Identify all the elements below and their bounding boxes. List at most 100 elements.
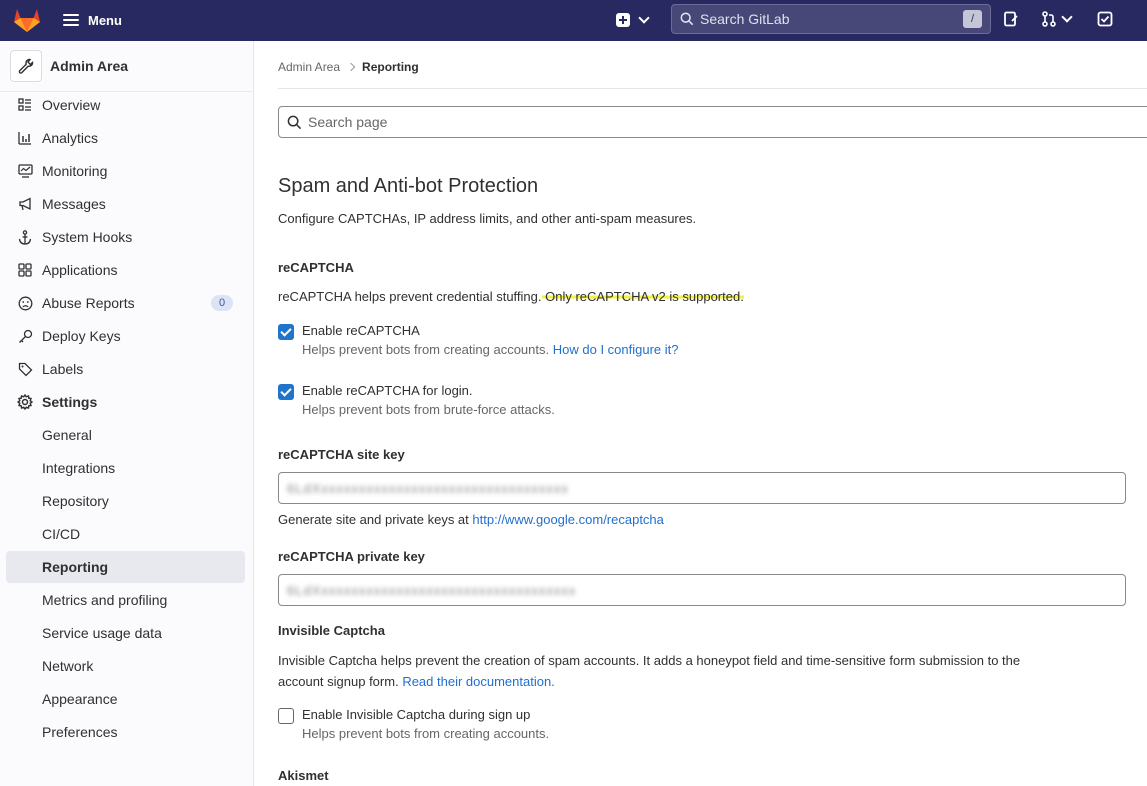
sidebar-item-label: System Hooks — [42, 229, 133, 245]
sidebar-subitem-general[interactable]: General — [6, 419, 245, 451]
sidebar-subitem-preferences[interactable]: Preferences — [6, 716, 245, 748]
megaphone-icon — [16, 195, 34, 213]
global-search-input[interactable]: Search GitLab / — [671, 4, 991, 34]
sidebar-subitem-repository[interactable]: Repository — [6, 485, 245, 517]
invisible-captcha-help: Helps prevent bots from creating account… — [302, 726, 550, 741]
sidebar-subitem-network[interactable]: Network — [6, 650, 245, 682]
invisible-captcha-docs-link[interactable]: Read their documentation. — [402, 674, 554, 689]
search-icon — [680, 12, 694, 26]
private-key-label: reCAPTCHA private key — [278, 549, 425, 564]
gitlab-logo-icon[interactable] — [12, 6, 42, 34]
sidebar-item-labels[interactable]: Labels — [6, 353, 245, 385]
invisible-captcha-option: Enable Invisible Captcha during sign up … — [278, 707, 549, 741]
key-icon — [16, 327, 34, 345]
merge-request-icon — [1042, 11, 1056, 27]
recaptcha-login-label: Enable reCAPTCHA for login. — [302, 383, 473, 398]
sidebar-item-label: Monitoring — [42, 163, 108, 179]
sidebar-item-label: Applications — [42, 262, 118, 278]
recaptcha-intro: reCAPTCHA helps prevent credential stuff… — [278, 286, 744, 307]
issues-icon — [1004, 11, 1018, 27]
sidebar-subitem-label: Service usage data — [42, 625, 162, 641]
invisible-captcha-intro-line2: account signup form. — [278, 674, 399, 689]
private-key-input[interactable]: 6LdXxxxxxxxxxxxxxxxxxxxxxxxxxxxxxxxxxx — [278, 574, 1126, 606]
enable-recaptcha-checkbox[interactable] — [278, 324, 294, 340]
chevron-down-icon — [1061, 11, 1073, 23]
admin-avatar — [10, 50, 42, 82]
sidebar-item-label: Abuse Reports — [42, 295, 135, 311]
site-key-input[interactable]: 6LdXxxxxxxxxxxxxxxxxxxxxxxxxxxxxxxxxx — [278, 472, 1126, 504]
page-search-input[interactable]: Search page — [278, 106, 1147, 138]
sidebar-subitem-label: General — [42, 427, 92, 443]
sidebar-subitem-label: Preferences — [42, 724, 118, 740]
top-navbar: Menu Search GitLab / — [0, 0, 1147, 41]
breadcrumb-current[interactable]: Reporting — [362, 60, 419, 74]
breadcrumb: Admin Area Reporting — [278, 60, 419, 74]
hamburger-icon — [63, 14, 79, 26]
search-placeholder: Search GitLab — [700, 11, 790, 27]
sidebar-item-settings[interactable]: Settings — [6, 386, 245, 418]
recaptcha-login-checkbox[interactable] — [278, 384, 294, 400]
search-shortcut-key: / — [963, 10, 982, 28]
menu-button[interactable]: Menu — [59, 8, 126, 32]
sidebar-item-label: Overview — [42, 97, 101, 113]
breadcrumb-parent-link[interactable]: Admin Area — [278, 60, 340, 74]
sidebar-item-label: Settings — [42, 394, 98, 410]
sidebar-subitem-reporting[interactable]: Reporting — [6, 551, 245, 583]
sidebar-subitem-appearance[interactable]: Appearance — [6, 683, 245, 715]
invisible-captcha-checkbox[interactable] — [278, 708, 294, 724]
page-title: Spam and Anti-bot Protection — [278, 175, 539, 197]
issues-button[interactable] — [1003, 10, 1019, 28]
sidebar-item-abuse-reports[interactable]: Abuse Reports 0 — [6, 287, 245, 319]
configure-recaptcha-link[interactable]: How do I configure it? — [553, 342, 679, 357]
sidebar-subitem-label: Appearance — [42, 691, 118, 707]
sidebar-item-label: Labels — [42, 361, 84, 377]
sidebar-header[interactable]: Admin Area — [10, 50, 128, 82]
sidebar-item-overview[interactable]: Overview — [6, 89, 245, 121]
sidebar-subitem-label: Network — [42, 658, 94, 674]
chevron-right-icon — [346, 62, 356, 72]
monitor-icon — [16, 162, 34, 180]
analytics-icon — [16, 129, 34, 147]
recaptcha-login-help: Helps prevent bots from brute-force atta… — [302, 402, 555, 417]
recaptcha-highlighted-note: Only reCAPTCHA v2 is supported. — [541, 289, 744, 304]
sidebar-subitem-label: Integrations — [42, 460, 116, 476]
sidebar-item-label: Deploy Keys — [42, 328, 121, 344]
merge-requests-button[interactable] — [1041, 10, 1073, 28]
sidebar-item-messages[interactable]: Messages — [6, 188, 245, 220]
search-icon — [287, 115, 302, 129]
create-new-button[interactable] — [616, 8, 662, 32]
keys-hint: Generate site and private keys at http:/… — [278, 509, 664, 530]
enable-recaptcha-help: Helps prevent bots from creating account… — [302, 342, 678, 357]
enable-recaptcha-label: Enable reCAPTCHA — [302, 323, 420, 338]
site-key-label: reCAPTCHA site key — [278, 447, 405, 462]
sidebar-item-applications[interactable]: Applications — [6, 254, 245, 286]
recaptcha-heading: reCAPTCHA — [278, 260, 354, 275]
todos-button[interactable] — [1097, 10, 1113, 28]
sidebar-subitem-label: Metrics and profiling — [42, 592, 168, 608]
applications-icon — [16, 261, 34, 279]
akismet-heading: Akismet — [278, 768, 329, 783]
page-description: Configure CAPTCHAs, IP address limits, a… — [278, 211, 697, 226]
site-key-value: 6LdXxxxxxxxxxxxxxxxxxxxxxxxxxxxxxxxxx — [287, 480, 569, 496]
google-recaptcha-link[interactable]: http://www.google.com/recaptcha — [472, 512, 664, 527]
menu-label: Menu — [88, 12, 122, 28]
sidebar-item-monitoring[interactable]: Monitoring — [6, 155, 245, 187]
sidebar-item-deploy-keys[interactable]: Deploy Keys — [6, 320, 245, 352]
sidebar-subitem-integrations[interactable]: Integrations — [6, 452, 245, 484]
invisible-captcha-intro: Invisible Captcha helps prevent the crea… — [278, 650, 1138, 692]
invisible-captcha-intro-line1: Invisible Captcha helps prevent the crea… — [278, 653, 1021, 668]
keys-hint-text: Generate site and private keys at — [278, 512, 469, 527]
page-search-placeholder: Search page — [308, 114, 388, 130]
sidebar-subitem-ci-cd[interactable]: CI/CD — [6, 518, 245, 550]
recaptcha-login-option: Enable reCAPTCHA for login. Helps preven… — [278, 383, 555, 417]
recaptcha-intro-text: reCAPTCHA helps prevent credential stuff… — [278, 289, 542, 304]
private-key-value: 6LdXxxxxxxxxxxxxxxxxxxxxxxxxxxxxxxxxxx — [287, 582, 577, 598]
settings-icon — [16, 393, 34, 411]
sidebar-title: Admin Area — [50, 58, 129, 74]
sidebar-subitem-metrics-and-profiling[interactable]: Metrics and profiling — [6, 584, 245, 616]
sidebar-subitem-service-usage-data[interactable]: Service usage data — [6, 617, 245, 649]
sidebar-item-label: Messages — [42, 196, 106, 212]
sidebar-item-system-hooks[interactable]: System Hooks — [6, 221, 245, 253]
sidebar-item-analytics[interactable]: Analytics — [6, 122, 245, 154]
sidebar-subitem-label: Repository — [42, 493, 109, 509]
